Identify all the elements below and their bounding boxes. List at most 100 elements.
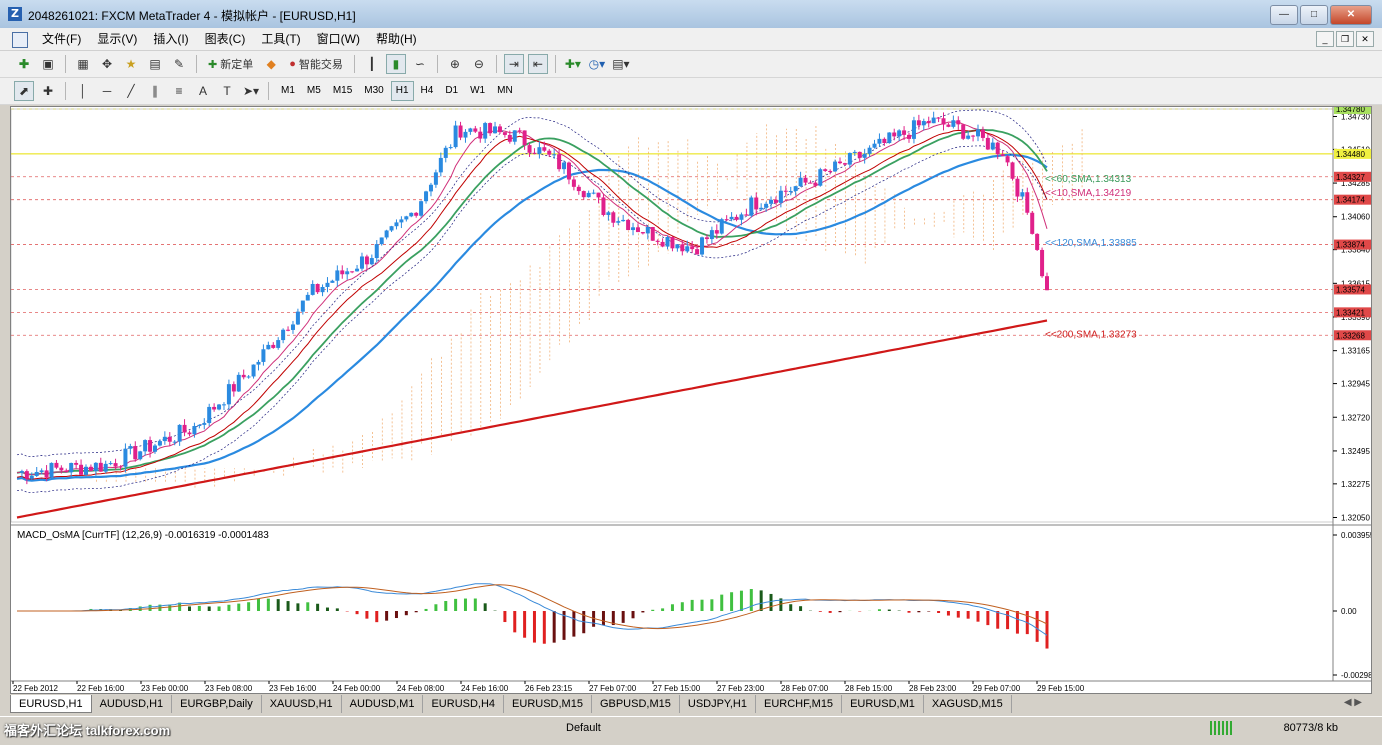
candle-body <box>148 440 153 452</box>
tab-scroll-arrows[interactable]: ◀ ▶ <box>1344 697 1362 708</box>
periods-icon[interactable]: ◷▾ <box>587 54 607 74</box>
chart-shift-icon[interactable]: ⇤ <box>527 54 548 74</box>
new-chart-icon[interactable]: ✚ <box>14 54 34 74</box>
trendline-icon[interactable]: ╱ <box>121 81 141 101</box>
timeframe-m5-button[interactable]: M5 <box>302 81 326 101</box>
equidistant-channel-icon[interactable]: ∥ <box>145 81 165 101</box>
arrows-icon[interactable]: ➤▾ <box>241 81 261 101</box>
timeframe-h1-button[interactable]: H1 <box>390 81 414 101</box>
metaeditor-icon[interactable]: ◆ <box>261 54 281 74</box>
candle-body <box>626 219 631 231</box>
chart-tab[interactable]: EURUSD,M1 <box>842 695 924 713</box>
menu-item[interactable]: 图表(C) <box>197 32 254 46</box>
mdi-restore-button[interactable]: ❐ <box>1336 31 1354 47</box>
terminal-icon[interactable]: ▤ <box>145 54 165 74</box>
candle-body <box>1020 192 1025 197</box>
fibonacci-icon[interactable]: ≡ <box>169 81 189 101</box>
chart-tab[interactable]: AUDUSD,H1 <box>92 695 173 713</box>
data-window-icon[interactable]: ✥ <box>97 54 117 74</box>
timeframe-mn-button[interactable]: MN <box>492 81 518 101</box>
indicators-icon[interactable]: ✚▾ <box>563 54 583 74</box>
cursor-icon[interactable]: ⬈ <box>14 81 34 101</box>
candle-body <box>695 249 700 255</box>
timeframe-m15-button[interactable]: M15 <box>328 81 357 101</box>
separator <box>554 55 556 73</box>
menu-item[interactable]: 文件(F) <box>34 32 89 46</box>
maximize-button[interactable]: □ <box>1300 5 1328 25</box>
navigator-icon[interactable]: ★ <box>121 54 141 74</box>
profiles-icon[interactable]: ▣ <box>38 54 58 74</box>
templates-icon[interactable]: ▤▾ <box>611 54 631 74</box>
vertical-line-icon[interactable]: │ <box>73 81 93 101</box>
menu-item[interactable]: 帮助(H) <box>368 32 425 46</box>
candle-body <box>1035 233 1040 250</box>
price-chart[interactable]: 1.347301.345101.342851.340601.338401.336… <box>11 107 1371 693</box>
time-tick-label: 28 Feb 07:00 <box>781 684 829 693</box>
connection-bars-icon <box>1210 721 1232 735</box>
new-order-button[interactable]: ✚ 新定单 <box>204 54 257 74</box>
candle-body <box>128 446 133 449</box>
candle-body <box>340 270 345 275</box>
menu-item[interactable]: 工具(T) <box>253 32 308 46</box>
candle-body <box>507 134 512 142</box>
candle-body <box>980 129 985 138</box>
auto-scroll-icon[interactable]: ⇥ <box>503 54 524 74</box>
text-label-icon[interactable]: T <box>217 81 237 101</box>
close-button[interactable]: ✕ <box>1330 5 1372 25</box>
indicator-tick-label: 0.003955 <box>1341 531 1371 540</box>
candle-body <box>315 283 320 293</box>
mdi-close-button[interactable]: ✕ <box>1356 31 1374 47</box>
chart-tab[interactable]: GBPUSD,M15 <box>592 695 680 713</box>
expert-advisors-button[interactable]: ● 智能交易 <box>285 54 347 74</box>
candle-body <box>502 132 507 135</box>
chart-tab[interactable]: XAGUSD,M15 <box>924 695 1012 713</box>
menu-item[interactable]: 窗口(W) <box>309 32 368 46</box>
chart-tab[interactable]: EURGBP,Daily <box>172 695 262 713</box>
candle-body <box>872 143 877 148</box>
chart-window-icon[interactable] <box>12 32 28 48</box>
timeframe-m1-button[interactable]: M1 <box>276 81 300 101</box>
candle-body <box>93 462 98 472</box>
chart-tab[interactable]: XAUUSD,H1 <box>262 695 342 713</box>
chart-tab[interactable]: USDJPY,H1 <box>680 695 756 713</box>
bar-chart-icon[interactable]: ┃ <box>362 54 382 74</box>
candle-body <box>724 219 729 221</box>
profile-status: Default <box>566 722 601 734</box>
candle-body <box>202 423 207 425</box>
market-watch-icon[interactable]: ▦ <box>73 54 93 74</box>
sma-120-line <box>16 153 1048 482</box>
timeframe-h4-button[interactable]: H4 <box>416 81 439 101</box>
chart-tab[interactable]: AUDUSD,M1 <box>342 695 424 713</box>
candle-body <box>778 190 783 203</box>
time-tick-label: 26 Feb 23:15 <box>525 684 573 693</box>
horizontal-line-icon[interactable]: ─ <box>97 81 117 101</box>
timeframe-m30-button[interactable]: M30 <box>359 81 388 101</box>
menu-items: 文件(F) 显示(V) 插入(I) 图表(C) 工具(T) 窗口(W) 帮助(H) <box>34 32 425 46</box>
line-chart-icon[interactable]: ∽ <box>410 54 430 74</box>
candle-body <box>640 232 645 234</box>
chart-tab[interactable]: EURUSD,M15 <box>504 695 592 713</box>
candlestick-icon[interactable]: ▮ <box>385 54 406 74</box>
menu-item[interactable]: 插入(I) <box>145 32 196 46</box>
chart-tab[interactable]: EURUSD,H1 <box>10 695 92 713</box>
chart-window[interactable]: 1.347301.345101.342851.340601.338401.336… <box>10 106 1372 694</box>
menu-item[interactable]: 显示(V) <box>89 32 145 46</box>
candle-body <box>655 240 660 242</box>
chart-tab[interactable]: EURUSD,H4 <box>423 695 505 713</box>
minimize-button[interactable]: — <box>1270 5 1298 25</box>
timeframe-d1-button[interactable]: D1 <box>440 81 463 101</box>
timeframe-w1-button[interactable]: W1 <box>465 81 490 101</box>
candle-body <box>877 138 882 144</box>
candle-body <box>29 475 34 479</box>
candle-body <box>394 222 399 227</box>
chart-tab[interactable]: EURCHF,M15 <box>756 695 843 713</box>
candle-body <box>542 147 547 151</box>
price-label: 1.33421 <box>1336 308 1365 317</box>
mdi-minimize-button[interactable]: _ <box>1316 31 1334 47</box>
text-icon[interactable]: A <box>193 81 213 101</box>
zoom-out-icon[interactable]: ⊖ <box>469 54 489 74</box>
tester-icon[interactable]: ✎ <box>169 54 189 74</box>
crosshair-icon[interactable]: ✚ <box>38 81 58 101</box>
candle-body <box>281 329 286 341</box>
zoom-in-icon[interactable]: ⊕ <box>445 54 465 74</box>
